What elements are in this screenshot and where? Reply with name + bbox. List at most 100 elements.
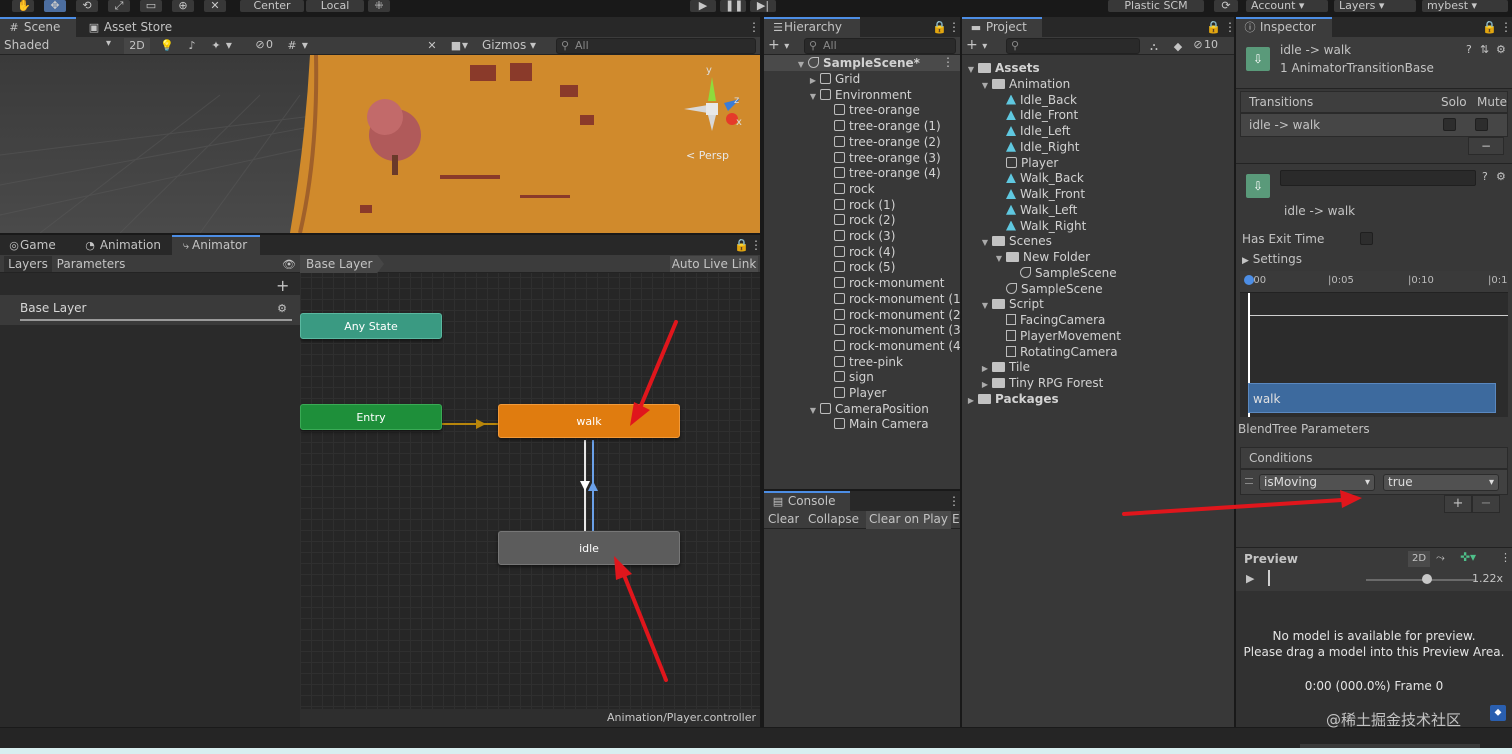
scene-menu-icon[interactable]: ⋮ [740, 17, 760, 37]
tab-parameters[interactable]: Parameters [54, 256, 128, 272]
custom-tool-icon[interactable]: ✕ [204, 0, 226, 12]
hierarchy-item[interactable]: rock (5) [822, 259, 895, 275]
project-item[interactable]: Player [994, 155, 1058, 171]
state-idle[interactable]: idle [498, 531, 680, 565]
breadcrumb[interactable]: Base Layer [300, 255, 384, 273]
condition-value-dropdown[interactable]: true [1383, 474, 1499, 491]
audio-icon[interactable]: ♪ [186, 38, 198, 52]
perspective-label[interactable]: < Persp [686, 149, 729, 162]
scene-viewport[interactable]: y z x < Persp [0, 55, 760, 233]
tab-console[interactable]: ▤ Console [764, 491, 850, 511]
play-button[interactable]: ▶ [690, 0, 716, 12]
project-item[interactable]: Idle_Left [994, 123, 1070, 139]
gizmos-dropdown[interactable]: Gizmos ▾ [482, 38, 536, 52]
project-item[interactable]: Walk_Right [994, 218, 1086, 234]
avatar-icon[interactable]: ✜▾ [1460, 550, 1476, 564]
mode-2d-toggle[interactable]: 2D [124, 38, 150, 54]
hierarchy-item[interactable]: rock (3) [822, 228, 895, 244]
foldout-arrow-icon[interactable]: ▼ [808, 89, 818, 105]
layer-settings-gear-icon[interactable]: ⚙ [276, 301, 288, 315]
preview-speed-knob[interactable] [1422, 574, 1432, 584]
scene-orientation-gizmo[interactable]: y z x [682, 65, 746, 137]
tab-animator[interactable]: ⤷ Animator [172, 235, 260, 255]
foldout-arrow-icon[interactable]: ▼ [808, 403, 818, 419]
remove-condition-button[interactable]: − [1472, 495, 1500, 513]
state-any-state[interactable]: Any State [300, 313, 442, 339]
hierarchy-item[interactable]: tree-orange (3) [822, 150, 941, 166]
console-clear-button[interactable]: Clear [768, 512, 799, 526]
project-item[interactable]: ▼ New Folder [994, 249, 1090, 265]
transition-name-input[interactable] [1280, 170, 1476, 186]
foldout-arrow-icon[interactable]: ▼ [966, 62, 976, 78]
tab-animation[interactable]: ◔ Animation [76, 235, 172, 255]
hierarchy-item[interactable]: rock [822, 181, 875, 197]
state-entry[interactable]: Entry [300, 404, 442, 430]
layers-dropdown[interactable]: Layers ▾ [1334, 0, 1416, 12]
transition-timeline[interactable]: :00 |0:05 |0:10 |0:1 walk [1240, 271, 1508, 417]
hierarchy-item[interactable]: rock (2) [822, 212, 895, 228]
project-item[interactable]: Idle_Right [994, 139, 1079, 155]
foldout-arrow-icon[interactable]: ▼ [980, 235, 990, 251]
hierarchy-item[interactable]: rock-monument (2 [822, 307, 961, 323]
plastic-scm-button[interactable]: Plastic SCM [1108, 0, 1204, 12]
tab-layers[interactable]: Layers [4, 256, 52, 272]
preview-play-button[interactable]: ▶ [1246, 572, 1254, 585]
help-icon[interactable]: ? [1466, 43, 1472, 56]
tab-game[interactable]: ◎Game [0, 235, 76, 255]
project-lock-icon[interactable]: 🔒 [1198, 17, 1221, 37]
foldout-arrow-icon[interactable]: ▼ [980, 298, 990, 314]
tools-icon[interactable]: ✕ [426, 38, 438, 52]
scene-root-row[interactable]: ▼ SampleScene* ⋮ [764, 55, 960, 71]
state-walk[interactable]: walk [498, 404, 680, 438]
project-hidden-toggle[interactable]: ⊘10 [1192, 38, 1218, 51]
pause-button[interactable]: ❚❚ [720, 0, 746, 12]
settings-gear-icon[interactable]: ⚙ [1496, 43, 1506, 56]
layout-dropdown[interactable]: mybest ▾ [1422, 0, 1508, 12]
account-dropdown[interactable]: Account ▾ [1246, 0, 1328, 12]
inspector-lock-icon[interactable]: 🔒 [1474, 17, 1497, 37]
drag-handle-icon[interactable] [1245, 478, 1253, 484]
add-layer-button[interactable]: + [276, 276, 289, 295]
hierarchy-item[interactable]: tree-orange [822, 102, 920, 118]
scale-tool-icon[interactable]: ⤢ [108, 0, 130, 12]
remove-transition-button[interactable]: − [1468, 137, 1504, 155]
hierarchy-item[interactable]: ▼ Environment [808, 87, 912, 103]
hierarchy-menu-icon[interactable]: ⋮ [940, 17, 960, 37]
project-item[interactable]: ▼ Scenes [980, 233, 1052, 249]
hierarchy-lock-icon[interactable]: 🔒 [924, 17, 947, 37]
project-item[interactable]: ▼ Assets [966, 60, 1040, 76]
scene-search-input[interactable]: ⚲ All [556, 38, 756, 54]
hierarchy-item[interactable]: tree-orange (1) [822, 118, 941, 134]
project-item[interactable]: Idle_Back [994, 92, 1077, 108]
mute-checkbox[interactable] [1475, 118, 1488, 131]
preview-2d-toggle[interactable]: 2D [1408, 551, 1430, 567]
tab-project[interactable]: ▬ Project [962, 17, 1042, 37]
project-add-button[interactable]: + ▾ [966, 37, 987, 53]
inspector-menu-icon[interactable]: ⋮ [1492, 17, 1512, 37]
hierarchy-add-button[interactable]: + ▾ [768, 37, 789, 53]
history-icon[interactable]: ⟳ [1214, 0, 1238, 12]
transform-tool-icon[interactable]: ⊕ [172, 0, 194, 12]
project-item[interactable]: ▶ Tiny RPG Forest [980, 375, 1103, 391]
hierarchy-item[interactable]: rock-monument (1 [822, 291, 961, 307]
presets-icon[interactable]: ⇅ [1480, 43, 1489, 56]
settings-gear-icon[interactable]: ⚙ [1496, 170, 1506, 183]
preview-area[interactable]: No model is available for preview. Pleas… [1236, 591, 1512, 727]
pivot-center-button[interactable]: Center [240, 0, 304, 12]
timeline-walk-clip[interactable]: walk [1248, 383, 1496, 413]
hierarchy-item[interactable]: rock (4) [822, 244, 895, 260]
hierarchy-search-input[interactable]: ⚲ All [804, 38, 956, 54]
hierarchy-item[interactable]: tree-orange (2) [822, 134, 941, 150]
project-item[interactable]: SampleScene [1008, 265, 1117, 281]
rotate-tool-icon[interactable]: ⟲ [76, 0, 98, 12]
hierarchy-item[interactable]: sign [822, 369, 874, 385]
hand-tool-icon[interactable]: ✋ [12, 0, 34, 12]
tab-scene[interactable]: # Scene [0, 17, 76, 37]
solo-checkbox[interactable] [1443, 118, 1456, 131]
hierarchy-item[interactable]: rock (1) [822, 197, 895, 213]
animator-graph[interactable]: Base Layer Auto Live Link Any State Entr… [300, 255, 760, 727]
project-item[interactable]: Walk_Front [994, 186, 1085, 202]
project-item[interactable]: ▼ Animation [980, 76, 1070, 92]
hierarchy-item[interactable]: tree-orange (4) [822, 165, 941, 181]
project-item[interactable]: SampleScene [994, 281, 1103, 297]
